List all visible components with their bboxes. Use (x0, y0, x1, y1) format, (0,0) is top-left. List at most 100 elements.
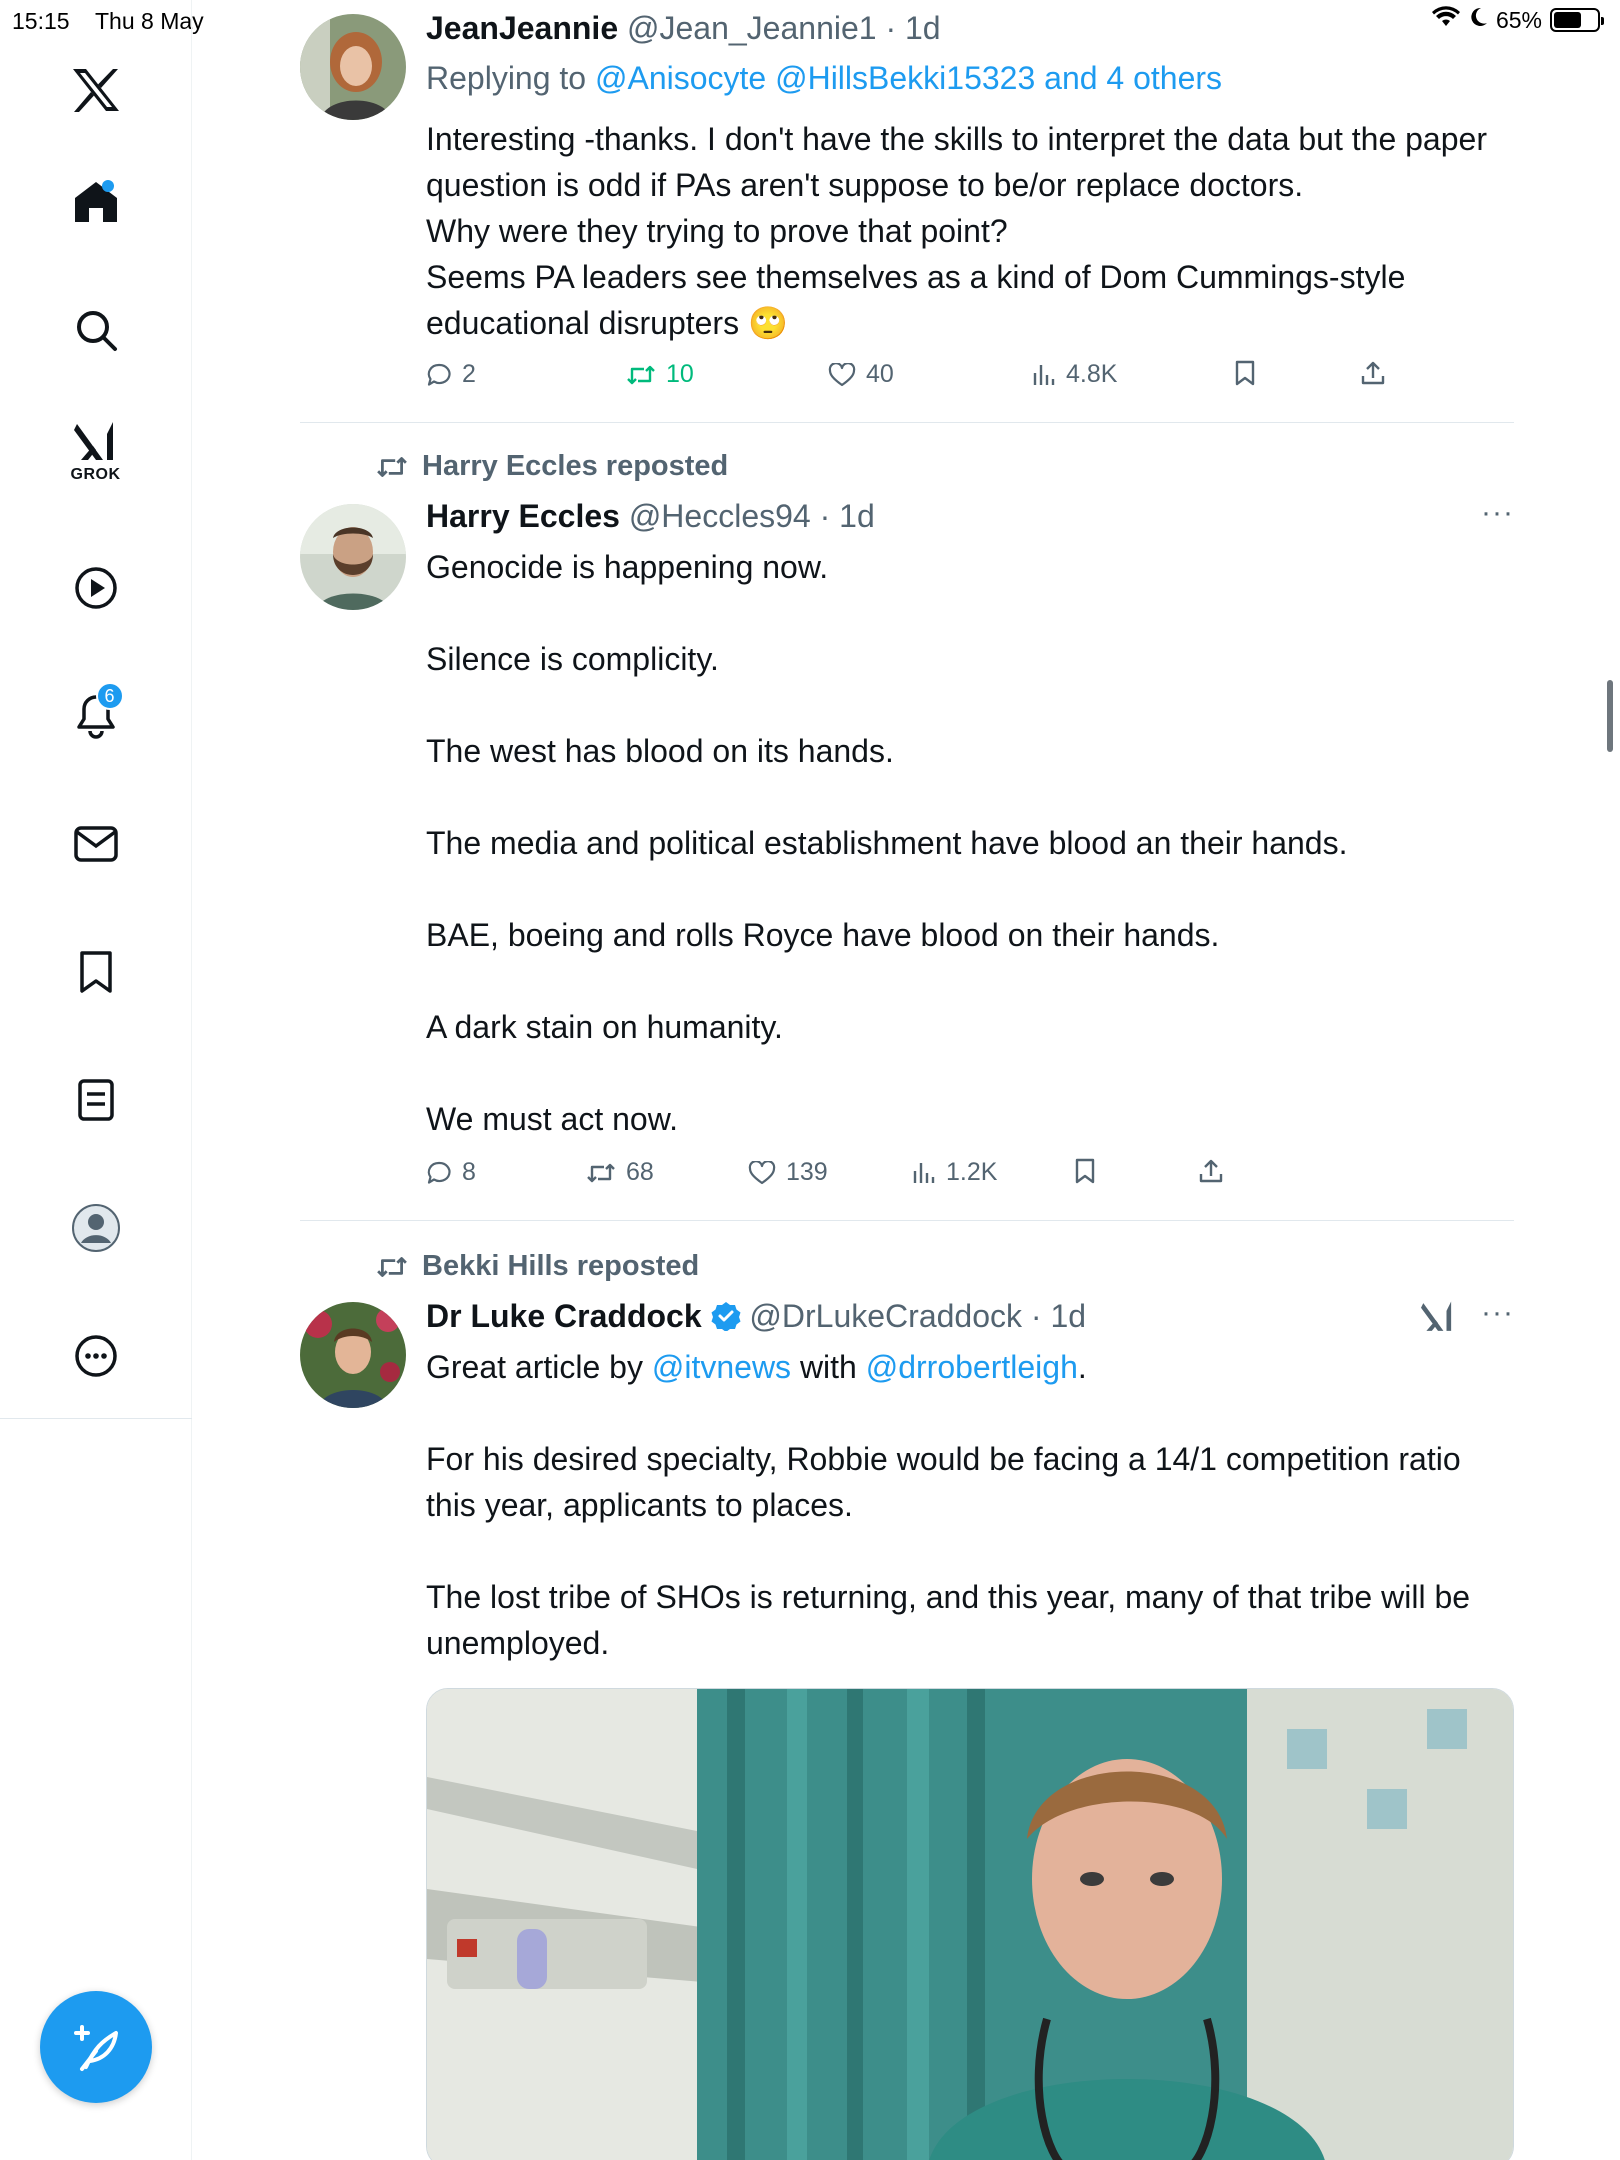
repost-icon (627, 365, 655, 384)
sidebar: GROK 6 (0, 0, 192, 2160)
repost-button[interactable]: 68 (586, 1158, 654, 1187)
battery-level (1554, 12, 1582, 28)
repost-icon (587, 1163, 615, 1182)
bookmark-icon (1075, 1158, 1095, 1184)
author-name[interactable]: Harry Eccles (426, 498, 620, 534)
heart-icon (748, 1160, 776, 1184)
grok-explain-icon[interactable] (1420, 1300, 1456, 1339)
avatar[interactable] (300, 14, 406, 120)
share-icon (1361, 361, 1385, 385)
dot-separator: · (885, 10, 897, 46)
tweet-header: Dr Luke Craddock @DrLukeCraddock · 1d (426, 1298, 1086, 1335)
view-count: 4.8K (1066, 360, 1118, 388)
video-icon[interactable] (64, 556, 128, 620)
reply-button[interactable]: 2 (426, 360, 476, 389)
tweet-line: BAE, boeing and rolls Royce have blood o… (426, 917, 1220, 953)
tweet-line: Great article by @itvnews with @drrobert… (426, 1344, 1516, 1390)
battery-icon (1550, 8, 1604, 32)
scrollbar[interactable] (1607, 680, 1613, 752)
dot-separator: · (1030, 1298, 1042, 1334)
author-name[interactable]: JeanJeannie (426, 10, 618, 46)
tweet-line: For his desired specialty, Robbie would … (426, 1441, 1461, 1523)
grok-icon[interactable]: GROK (64, 420, 128, 484)
more-options-icon[interactable]: ··· (1481, 496, 1514, 530)
replying-to: Replying to @Anisocyte @HillsBekki15323 … (426, 60, 1222, 97)
replying-prefix: Replying to (426, 60, 595, 96)
timestamp[interactable]: 1d (839, 498, 875, 534)
bookmark-button[interactable] (1234, 360, 1256, 386)
author-name[interactable]: Dr Luke Craddock (426, 1298, 702, 1334)
tweet-line: Silence is complicity. (426, 641, 719, 677)
reply-icon (427, 1161, 451, 1184)
notifications-icon[interactable]: 6 (64, 682, 128, 748)
home-icon[interactable] (64, 170, 128, 234)
tweet-line: Genocide is happening now. (426, 549, 829, 585)
views-button[interactable]: 4.8K (1032, 360, 1117, 389)
timestamp[interactable]: 1d (905, 10, 941, 46)
like-count: 139 (786, 1158, 828, 1186)
avatar[interactable] (300, 1302, 406, 1408)
reply-button[interactable]: 8 (426, 1158, 476, 1187)
reply-count: 8 (462, 1158, 476, 1186)
like-button[interactable]: 40 (828, 360, 894, 389)
repost-button[interactable]: 10 (626, 360, 694, 389)
bookmark-button[interactable] (1074, 1158, 1096, 1184)
tweet-line: The lost tribe of SHOs is returning, and… (426, 1579, 1471, 1661)
news-photo (427, 1689, 1513, 2160)
tweet-blank-line (426, 682, 1516, 728)
views-icon (1033, 364, 1055, 385)
tweet-line: Seems PA leaders see themselves as a kin… (426, 259, 1406, 341)
tweet-header: Harry Eccles @Heccles94 · 1d (426, 498, 875, 535)
dot-separator: · (819, 498, 831, 534)
reply-icon (427, 363, 451, 386)
grok-label: GROK (70, 466, 121, 483)
profile-avatar-icon[interactable] (64, 1196, 128, 1260)
tweet-line: A dark stain on humanity. (426, 1009, 783, 1045)
lists-icon[interactable] (64, 1068, 128, 1132)
bookmarks-icon[interactable] (64, 940, 128, 1004)
share-button[interactable] (1198, 1158, 1224, 1184)
author-handle[interactable]: @Jean_Jeannie1 (627, 10, 877, 46)
timestamp[interactable]: 1d (1050, 1298, 1086, 1334)
wifi-icon (1431, 6, 1460, 34)
messages-icon[interactable] (64, 812, 128, 876)
repost-count: 10 (666, 360, 694, 388)
repost-count: 68 (626, 1158, 654, 1186)
tweet-text: Interesting -thanks. I don't have the sk… (426, 116, 1516, 346)
author-handle[interactable]: @DrLukeCraddock (749, 1298, 1022, 1334)
tweet-media-image[interactable] (426, 1688, 1514, 2160)
tweet-blank-line (426, 1390, 1516, 1436)
avatar[interactable] (300, 504, 406, 610)
like-button[interactable]: 139 (748, 1158, 828, 1187)
reposted-by-label[interactable]: Bekki Hills reposted (422, 1250, 699, 1283)
verified-badge-icon (711, 1302, 741, 1331)
notifications-badge: 6 (95, 682, 124, 710)
tweet-blank-line (426, 774, 1516, 820)
mention-link[interactable]: @itvnews (652, 1349, 791, 1385)
heart-icon (828, 362, 856, 386)
tweet-text: Genocide is happening now. Silence is co… (426, 544, 1516, 1142)
replying-to-users-link[interactable]: @Anisocyte @HillsBekki15323 and 4 others (595, 60, 1222, 96)
x-logo-icon[interactable] (64, 58, 128, 122)
tweet-header: JeanJeannie @Jean_Jeannie1 · 1d (426, 10, 941, 47)
more-options-icon[interactable] (64, 1324, 128, 1388)
share-button[interactable] (1360, 360, 1386, 386)
tweet-line: Interesting -thanks. I don't have the sk… (426, 121, 1487, 203)
bookmark-icon (1235, 360, 1255, 386)
views-icon (913, 1162, 935, 1183)
reposted-by-label[interactable]: Harry Eccles reposted (422, 450, 728, 483)
like-count: 40 (866, 360, 894, 388)
home-unread-dot (101, 180, 114, 192)
more-options-icon[interactable]: ··· (1481, 1296, 1514, 1330)
author-handle[interactable]: @Heccles94 (629, 498, 811, 534)
intro-prefix: Great article by (426, 1349, 652, 1385)
tweet-line: The west has blood on its hands. (426, 733, 894, 769)
compose-post-button[interactable] (40, 1991, 152, 2103)
mention-link[interactable]: @drrobertleigh (866, 1349, 1078, 1385)
tweet-line: Why were they trying to prove that point… (426, 213, 1008, 249)
tweet-blank-line (426, 1050, 1516, 1096)
search-icon[interactable] (64, 298, 128, 362)
view-count: 1.2K (946, 1158, 998, 1186)
views-button[interactable]: 1.2K (912, 1158, 997, 1187)
tweet-blank-line (426, 958, 1516, 1004)
